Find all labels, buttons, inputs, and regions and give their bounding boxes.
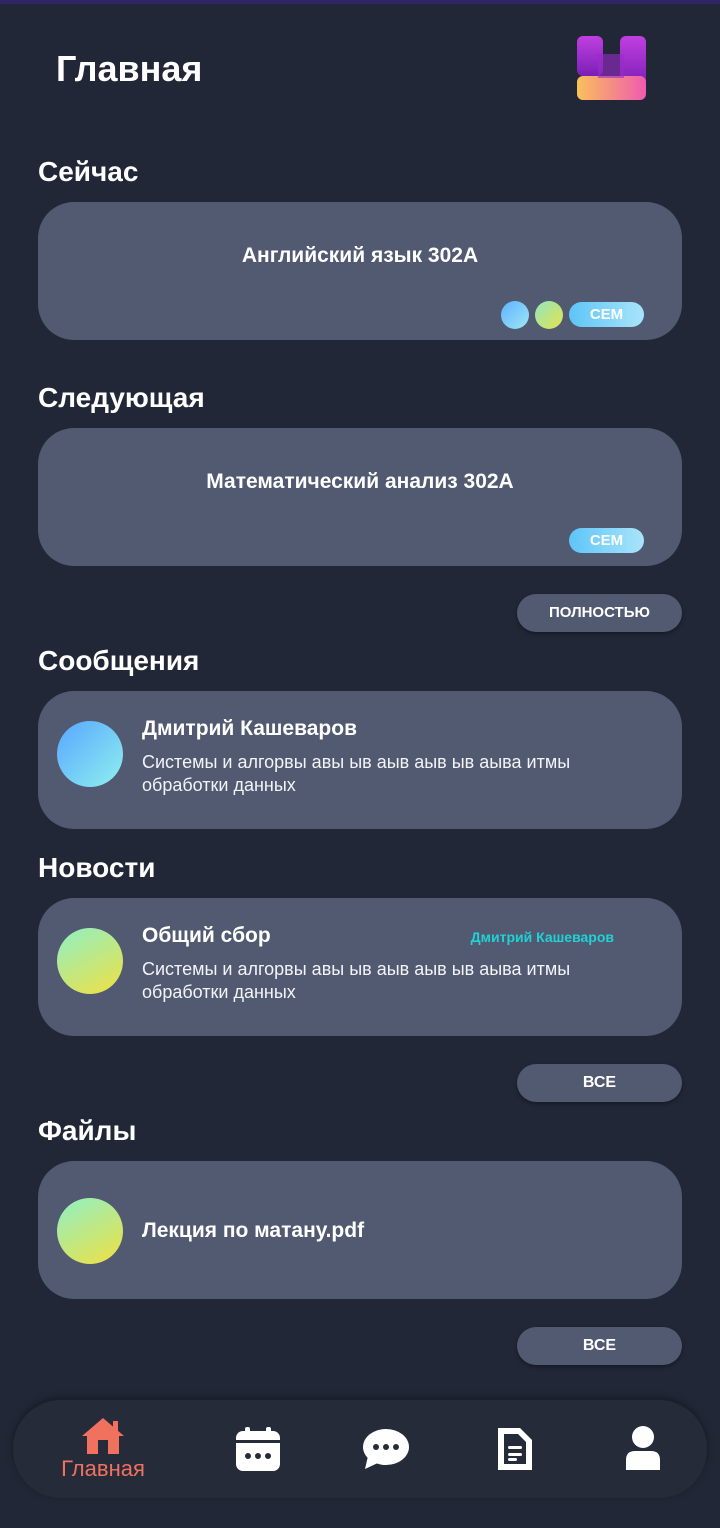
news-author[interactable]: Дмитрий Кашеваров — [471, 929, 614, 945]
app-logo-icon[interactable] — [576, 36, 646, 100]
participant-dot — [535, 301, 563, 329]
lesson-type-badge: СЕМ — [569, 528, 644, 553]
home-icon — [82, 1418, 124, 1454]
next-lesson-title: Математический анализ 302А — [206, 470, 514, 493]
nav-item-home[interactable]: Главная — [48, 1400, 158, 1498]
participant-dot — [501, 301, 529, 329]
lesson-type-badge: СЕМ — [569, 302, 644, 327]
file-item[interactable]: Лекция по матану.pdf — [38, 1161, 682, 1299]
nav-item-schedule[interactable] — [203, 1400, 313, 1498]
full-schedule-button[interactable]: ПОЛНОСТЬЮ — [517, 594, 682, 632]
status-bar-line — [0, 0, 720, 4]
page-title: Главная — [56, 48, 203, 89]
news-preview: Системы и алгорвы авы ыв аыв аыв ыв аыва… — [142, 959, 571, 1002]
file-name: Лекция по матану.pdf — [142, 1219, 365, 1242]
nav-item-files[interactable] — [459, 1400, 569, 1498]
profile-icon — [626, 1426, 660, 1470]
avatar — [57, 721, 123, 787]
file-icon — [57, 1198, 123, 1264]
message-item[interactable]: Дмитрий Кашеваров Системы и алгорвы авы … — [38, 691, 682, 829]
section-title-next: Следующая — [38, 382, 205, 413]
current-lesson-card[interactable]: Английский язык 302А СЕМ — [38, 202, 682, 340]
avatar — [57, 928, 123, 994]
section-title-now: Сейчас — [38, 156, 139, 187]
calendar-icon — [236, 1427, 280, 1471]
file-icon — [498, 1428, 532, 1470]
all-news-button[interactable]: ВСЕ — [517, 1064, 682, 1102]
message-sender: Дмитрий Кашеваров — [142, 717, 357, 740]
nav-label-home: Главная — [61, 1456, 145, 1481]
news-title: Общий сбор — [142, 924, 271, 947]
nav-item-profile[interactable] — [588, 1400, 698, 1498]
section-title-messages: Сообщения — [38, 645, 200, 676]
section-title-files: Файлы — [38, 1115, 137, 1146]
current-lesson-title: Английский язык 302А — [241, 244, 479, 267]
chat-icon — [363, 1429, 409, 1469]
news-item[interactable]: Общий сбор Дмитрий Кашеваров Системы и а… — [38, 898, 682, 1036]
next-lesson-card[interactable]: Математический анализ 302А СЕМ — [38, 428, 682, 566]
nav-item-chat[interactable] — [331, 1400, 441, 1498]
all-files-button[interactable]: ВСЕ — [517, 1327, 682, 1365]
section-title-news: Новости — [38, 852, 156, 883]
bottom-navigation: Главная — [13, 1400, 707, 1498]
message-preview: Системы и алгорвы авы ыв аыв аыв ыв аыва… — [142, 752, 571, 795]
